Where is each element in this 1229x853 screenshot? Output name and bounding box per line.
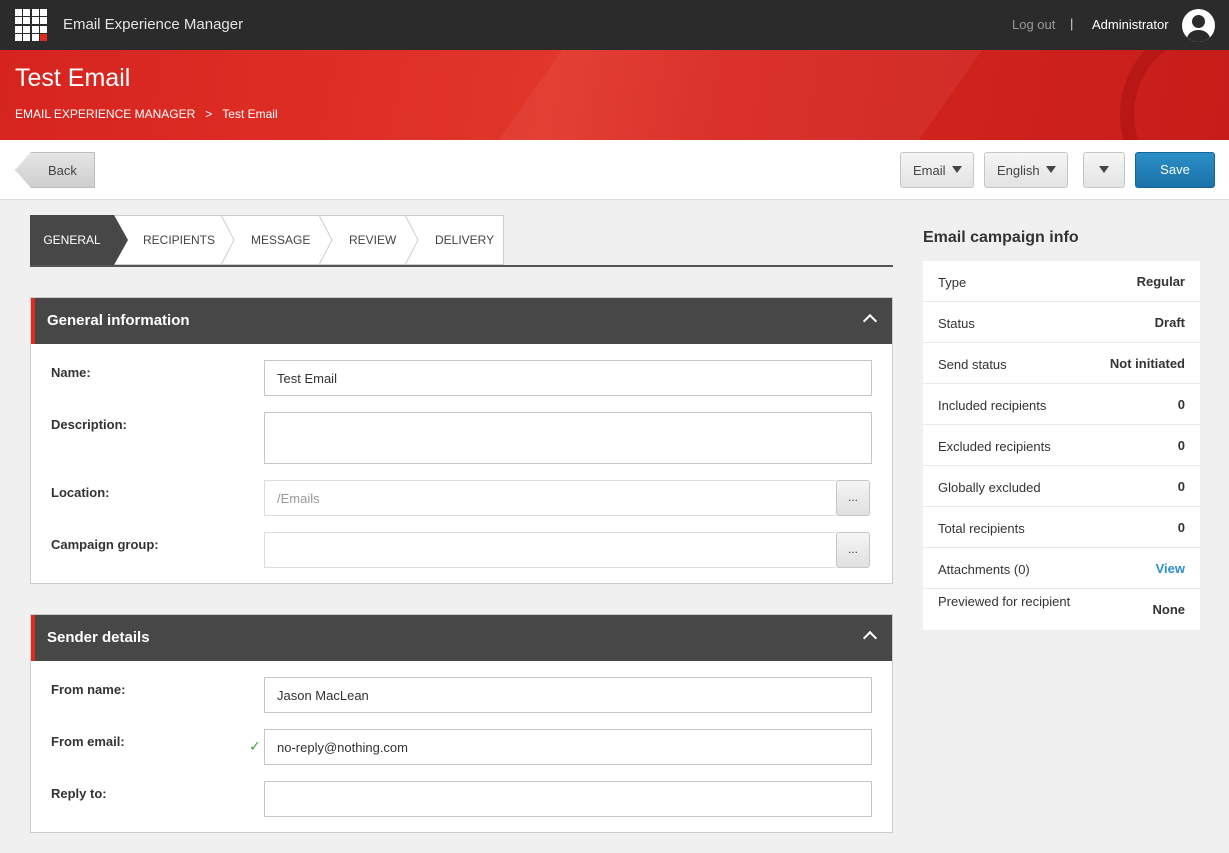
info-value: Draft [1154, 315, 1185, 330]
caret-down-icon [952, 166, 962, 173]
info-row-total-recipients: Total recipients 0 [923, 507, 1200, 548]
campaign-info-title: Email campaign info [923, 229, 1079, 246]
info-key: Excluded recipients [938, 439, 1051, 454]
sender-details-panel: Sender details From name: From email: ✓ … [30, 614, 893, 833]
general-information-panel: General information Name: Description: L… [30, 297, 893, 584]
location-input[interactable] [264, 480, 836, 516]
info-key: Included recipients [938, 398, 1047, 413]
panel-title: Sender details [47, 629, 150, 646]
type-dropdown[interactable]: Email [900, 152, 974, 188]
breadcrumb-separator-icon: > [205, 107, 213, 121]
info-key: Send status [938, 357, 1007, 372]
info-row-send-status: Send status Not initiated [923, 343, 1200, 384]
page-title: Test Email [15, 64, 131, 92]
info-key: Previewed for recipient [938, 594, 1071, 609]
info-key: Type [938, 275, 967, 290]
panel-title: General information [47, 312, 190, 329]
language-dropdown[interactable]: English [984, 152, 1068, 188]
info-value: 0 [1177, 520, 1185, 535]
info-row-excluded-recipients: Excluded recipients 0 [923, 425, 1200, 466]
chevron-up-icon[interactable] [862, 313, 878, 329]
from-email-input[interactable] [264, 729, 872, 765]
campaign-group-input[interactable] [264, 532, 836, 568]
campaign-info-table: Type Regular Status Draft Send status No… [923, 261, 1200, 630]
chevron-up-icon[interactable] [862, 630, 878, 646]
info-row-attachments: Attachments (0) View [923, 548, 1200, 589]
location-label: Location: [51, 485, 110, 500]
sender-details-header[interactable]: Sender details [31, 615, 892, 661]
tab-review[interactable]: REVIEW [349, 215, 396, 265]
tab-message[interactable]: MESSAGE [251, 215, 310, 265]
info-value: Not initiated [1109, 356, 1185, 371]
caret-down-icon [1046, 166, 1056, 173]
app-title[interactable]: Email Experience Manager [63, 16, 243, 33]
from-name-input[interactable] [264, 677, 872, 713]
back-button-label: Back [48, 163, 77, 178]
tab-recipients[interactable]: RECIPIENTS [143, 215, 215, 265]
back-button[interactable]: Back [15, 152, 95, 188]
info-row-previewed-for-recipient: Previewed for recipient None [923, 589, 1200, 630]
info-key: Total recipients [938, 521, 1025, 536]
info-value: 0 [1177, 397, 1185, 412]
from-email-label: From email: [51, 734, 125, 749]
top-bar: Email Experience Manager Log out | Admin… [0, 0, 1229, 50]
tab-general[interactable]: GENERAL [30, 215, 114, 265]
valid-check-icon: ✓ [249, 738, 261, 754]
info-key: Globally excluded [938, 480, 1041, 495]
user-name[interactable]: Administrator [1092, 17, 1169, 32]
campaign-group-browse-button[interactable]: ... [836, 532, 870, 568]
info-value: Regular [1136, 274, 1185, 289]
info-row-included-recipients: Included recipients 0 [923, 384, 1200, 425]
toolbar: Back Email English Save [0, 140, 1229, 200]
name-input[interactable] [264, 360, 872, 396]
type-dropdown-label: Email [913, 163, 946, 178]
step-arrow-icon [318, 215, 333, 265]
page-header: Test Email EMAIL EXPERIENCE MANAGER > Te… [0, 50, 1229, 140]
breadcrumb: EMAIL EXPERIENCE MANAGER > Test Email [15, 107, 278, 121]
breadcrumb-current: Test Email [222, 107, 278, 121]
step-arrow-icon [114, 215, 128, 265]
general-information-header[interactable]: General information [31, 298, 892, 344]
language-dropdown-label: English [997, 163, 1040, 178]
info-value: 0 [1177, 479, 1185, 494]
description-textarea[interactable] [264, 412, 872, 464]
description-label: Description: [51, 417, 127, 432]
logout-link[interactable]: Log out [1012, 17, 1055, 32]
reply-to-input[interactable] [264, 781, 872, 817]
reply-to-label: Reply to: [51, 786, 107, 801]
topbar-separator: | [1070, 16, 1074, 31]
step-arrow-icon [404, 215, 419, 265]
info-key: Attachments (0) [938, 562, 1030, 577]
app-launcher-icon[interactable] [15, 9, 47, 41]
info-row-status: Status Draft [923, 302, 1200, 343]
more-dropdown[interactable] [1083, 152, 1125, 188]
info-key: Status [938, 316, 975, 331]
view-attachments-link[interactable]: View [1156, 561, 1185, 576]
name-label: Name: [51, 365, 91, 380]
tab-delivery[interactable]: DELIVERY [435, 215, 494, 265]
save-button[interactable]: Save [1135, 152, 1215, 188]
info-row-globally-excluded: Globally excluded 0 [923, 466, 1200, 507]
info-value: 0 [1177, 438, 1185, 453]
breadcrumb-root[interactable]: EMAIL EXPERIENCE MANAGER [15, 107, 195, 121]
avatar-icon[interactable] [1182, 9, 1215, 42]
location-browse-button[interactable]: ... [836, 480, 870, 516]
info-row-type: Type Regular [923, 261, 1200, 302]
campaign-group-label: Campaign group: [51, 537, 159, 552]
info-value: None [1152, 602, 1186, 617]
from-name-label: From name: [51, 682, 126, 697]
step-arrow-icon [220, 215, 235, 265]
caret-down-icon [1099, 166, 1109, 173]
